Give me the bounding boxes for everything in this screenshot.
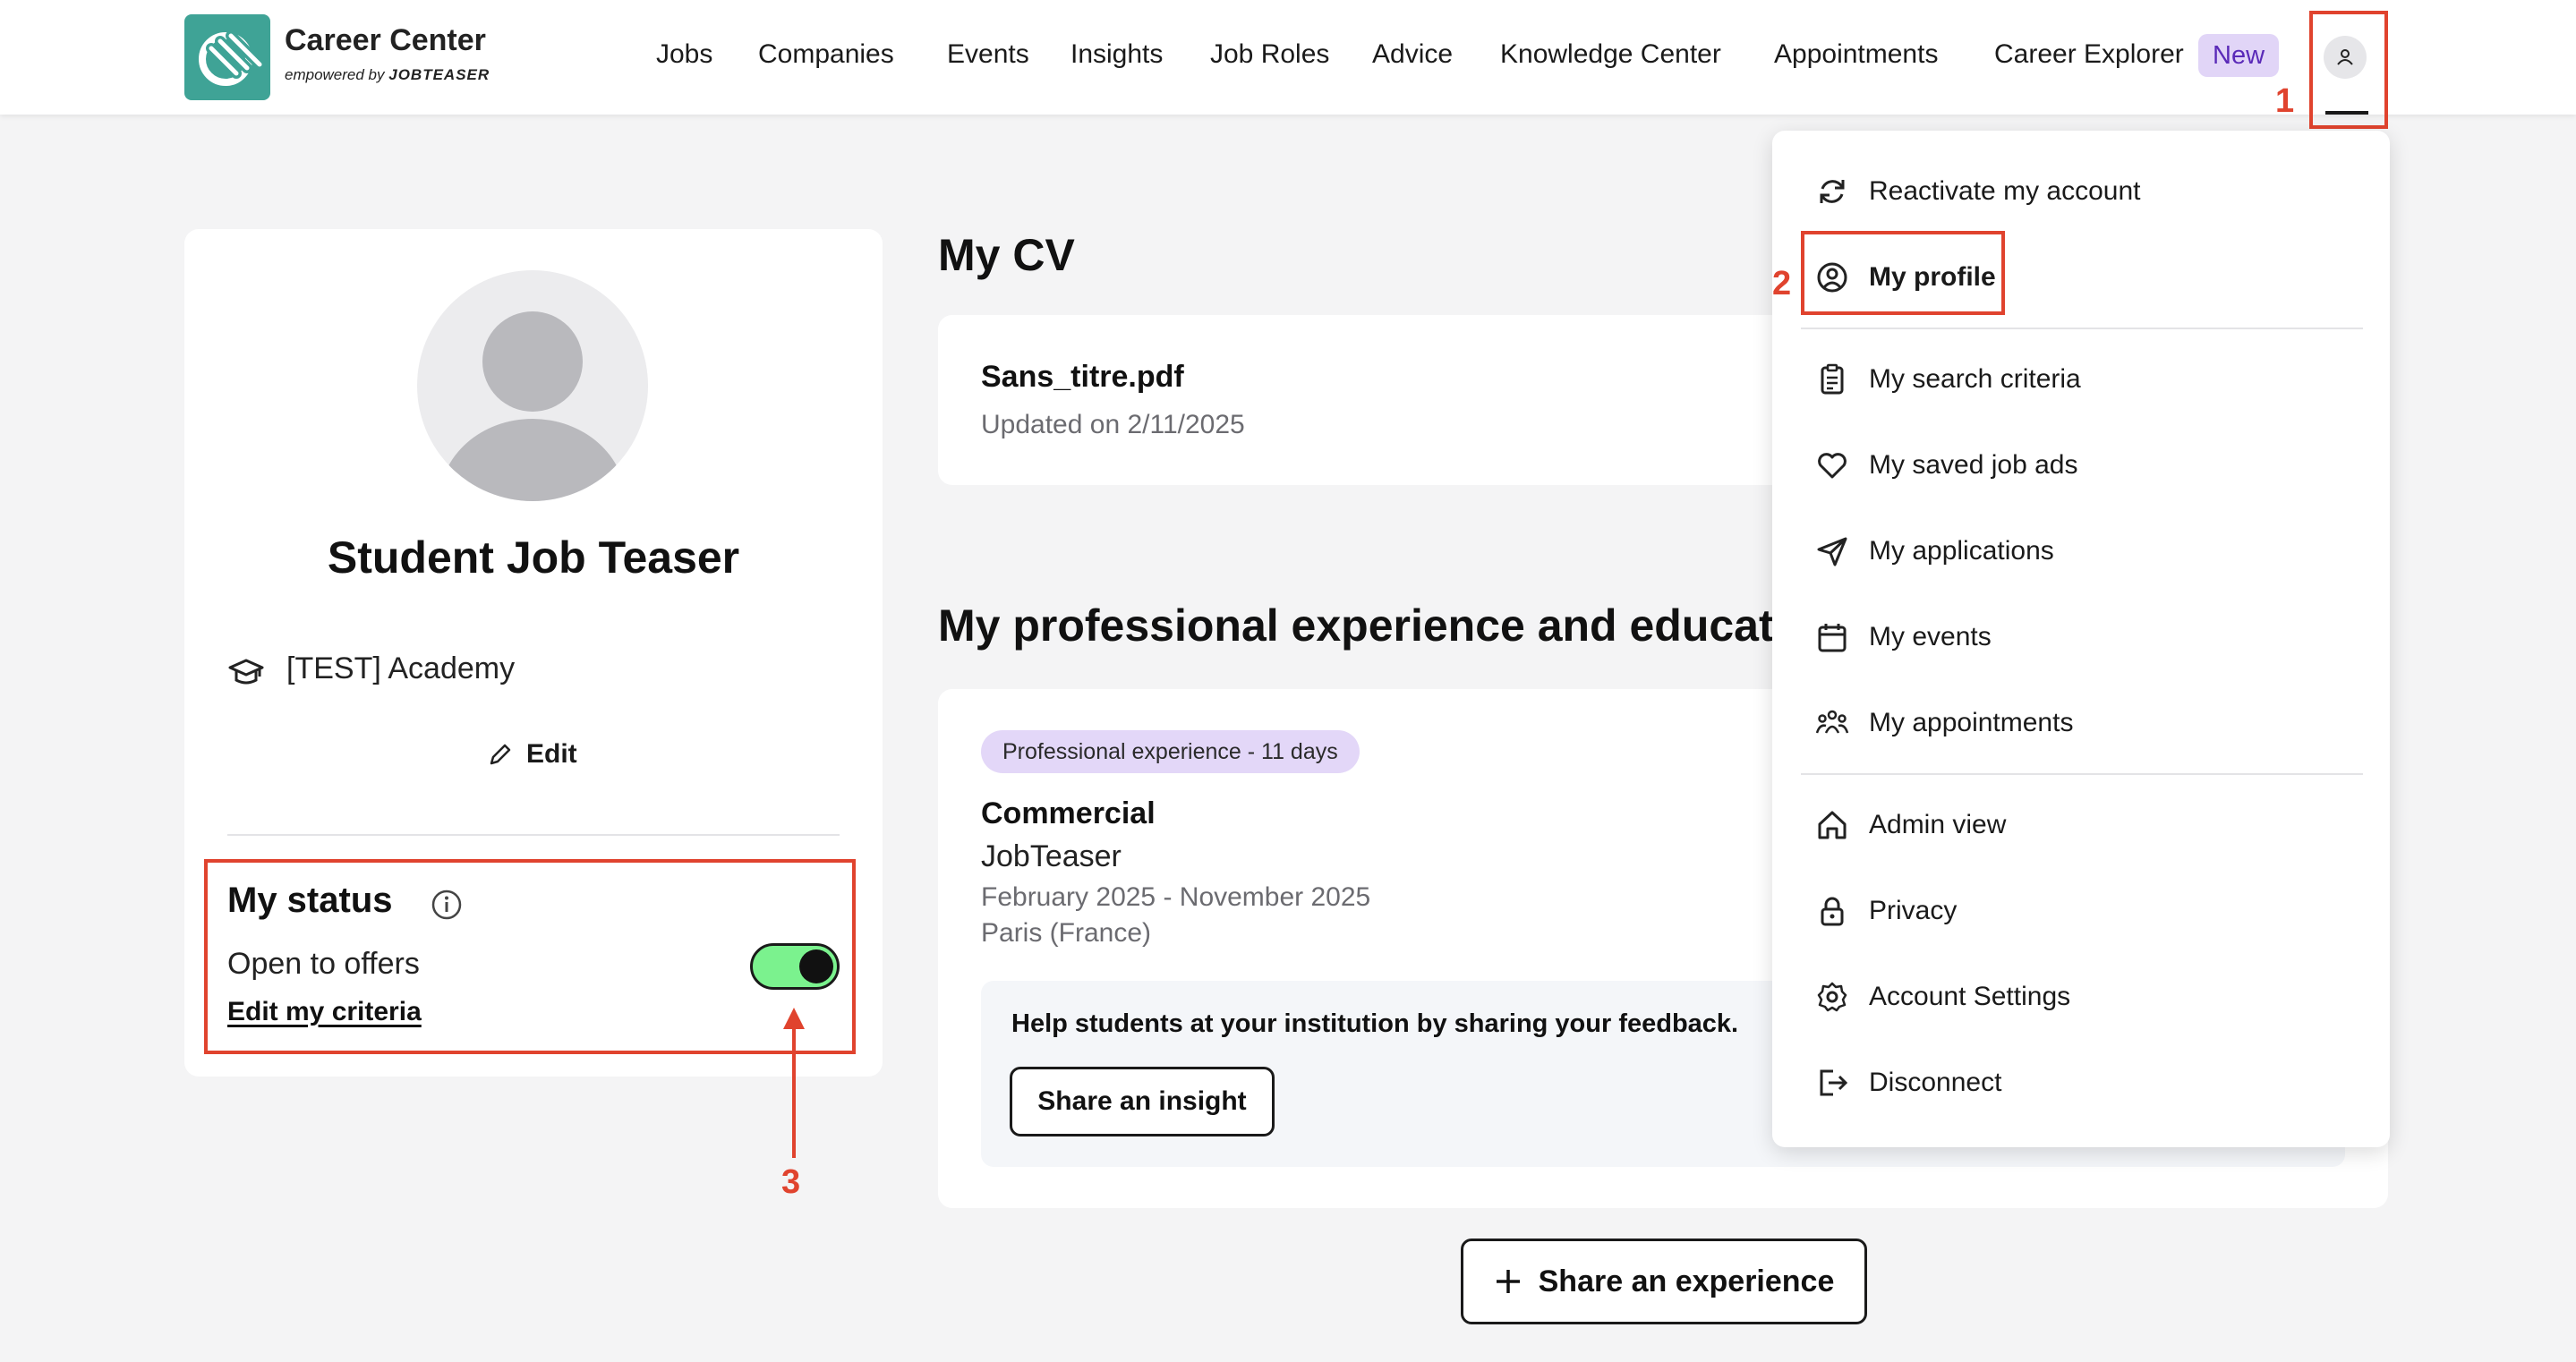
menu-item-events[interactable]: My events	[1815, 610, 1992, 664]
profile-name: Student Job Teaser	[327, 532, 740, 583]
menu-divider	[1801, 773, 2363, 775]
menu-item-label: Reactivate my account	[1869, 176, 2141, 206]
menu-item-label: My applications	[1869, 536, 2054, 566]
new-badge: New	[2198, 34, 2280, 77]
calendar-icon	[1818, 624, 1847, 652]
menu-item-label: Privacy	[1869, 896, 1958, 925]
experience-company: JobTeaser	[981, 839, 1122, 873]
experience-title: My professional experience and education	[938, 600, 1797, 651]
cv-updated-date: Updated on 2/11/2025	[981, 410, 1245, 439]
menu-item-applications[interactable]: My applications	[1815, 524, 2054, 578]
lock-icon	[1821, 897, 1844, 926]
annotation-label-1: 1	[2275, 82, 2295, 120]
annotation-arrow-3	[783, 1008, 805, 1158]
people-icon	[1815, 710, 1849, 734]
nav-job-roles[interactable]: Job Roles	[1210, 39, 1329, 70]
cv-title: My CV	[938, 230, 1075, 280]
logo-title: Career Center	[285, 23, 486, 57]
menu-item-label: Disconnect	[1869, 1068, 2002, 1097]
menu-item-label: My events	[1869, 622, 1992, 651]
menu-item-account-settings[interactable]: Account Settings	[1815, 970, 2070, 1024]
menu-item-disconnect[interactable]: Disconnect	[1815, 1056, 2001, 1110]
share-experience-button[interactable]: Share an experience	[1461, 1239, 1867, 1324]
menu-item-saved-job-ads[interactable]: My saved job ads	[1815, 438, 2077, 492]
logo-subtitle: empowered by JOBTEASER	[285, 66, 490, 84]
nav-advice[interactable]: Advice	[1372, 39, 1453, 70]
nav-knowledge-center[interactable]: Knowledge Center	[1500, 39, 1721, 70]
profile-avatar	[417, 270, 648, 501]
menu-item-appointments[interactable]: My appointments	[1815, 696, 2073, 750]
nav-jobs[interactable]: Jobs	[656, 39, 712, 70]
profile-edit-label: Edit	[526, 739, 577, 769]
experience-location: Paris (France)	[981, 918, 1152, 948]
share-insight-button[interactable]: Share an insight	[1010, 1067, 1275, 1136]
logo-sub-prefix: empowered by	[285, 66, 385, 83]
menu-item-reactivate-account[interactable]: Reactivate my account	[1815, 165, 2140, 218]
annotation-box-3	[204, 859, 856, 1054]
feedback-text: Help students at your institution by sha…	[1011, 1009, 1739, 1038]
clipboard-icon	[1821, 363, 1844, 395]
graduation-cap-icon	[228, 659, 264, 685]
annotation-label-3: 3	[781, 1163, 801, 1201]
experience-dates: February 2025 - November 2025	[981, 882, 1371, 912]
share-experience-label: Share an experience	[1538, 1264, 1835, 1298]
annotation-box-2	[1801, 231, 2005, 315]
heart-icon	[1818, 453, 1847, 479]
menu-item-admin-view[interactable]: Admin view	[1815, 798, 2006, 852]
nav-career-explorer[interactable]: Career Explorer	[1994, 39, 2184, 70]
menu-item-label: Admin view	[1869, 810, 2007, 839]
menu-item-label: My saved job ads	[1869, 450, 2078, 480]
pencil-icon	[490, 744, 511, 765]
profile-school: [TEST] Academy	[286, 651, 516, 685]
experience-duration-badge: Professional experience - 11 days	[981, 730, 1360, 773]
logout-icon	[1820, 1069, 1848, 1096]
annotation-box-1	[2309, 11, 2388, 129]
nav-events[interactable]: Events	[947, 39, 1029, 70]
menu-item-label: Account Settings	[1869, 982, 2071, 1011]
nav-insights[interactable]: Insights	[1070, 39, 1163, 70]
career-center-logo-icon[interactable]	[184, 14, 270, 100]
nav-appointments[interactable]: Appointments	[1774, 39, 1938, 70]
home-icon	[1818, 811, 1847, 839]
cv-file-name[interactable]: Sans_titre.pdf	[981, 360, 1184, 395]
refresh-icon	[1820, 180, 1845, 203]
menu-divider	[1801, 328, 2363, 329]
send-icon	[1817, 537, 1847, 566]
menu-item-label: My search criteria	[1869, 364, 2081, 394]
menu-item-search-criteria[interactable]: My search criteria	[1815, 353, 2081, 406]
nav-companies[interactable]: Companies	[758, 39, 894, 70]
logo-sub-brand: JOBTEASER	[388, 66, 490, 83]
plus-icon	[1496, 1270, 1520, 1293]
annotation-label-2: 2	[1772, 265, 1792, 302]
gear-icon	[1817, 982, 1847, 1012]
profile-edit-button[interactable]: Edit	[487, 739, 577, 770]
menu-item-label: My appointments	[1869, 708, 2074, 737]
avatar-placeholder-icon	[439, 311, 626, 501]
menu-item-privacy[interactable]: Privacy	[1815, 884, 1957, 938]
profile-divider	[227, 834, 840, 836]
experience-role: Commercial	[981, 796, 1156, 830]
